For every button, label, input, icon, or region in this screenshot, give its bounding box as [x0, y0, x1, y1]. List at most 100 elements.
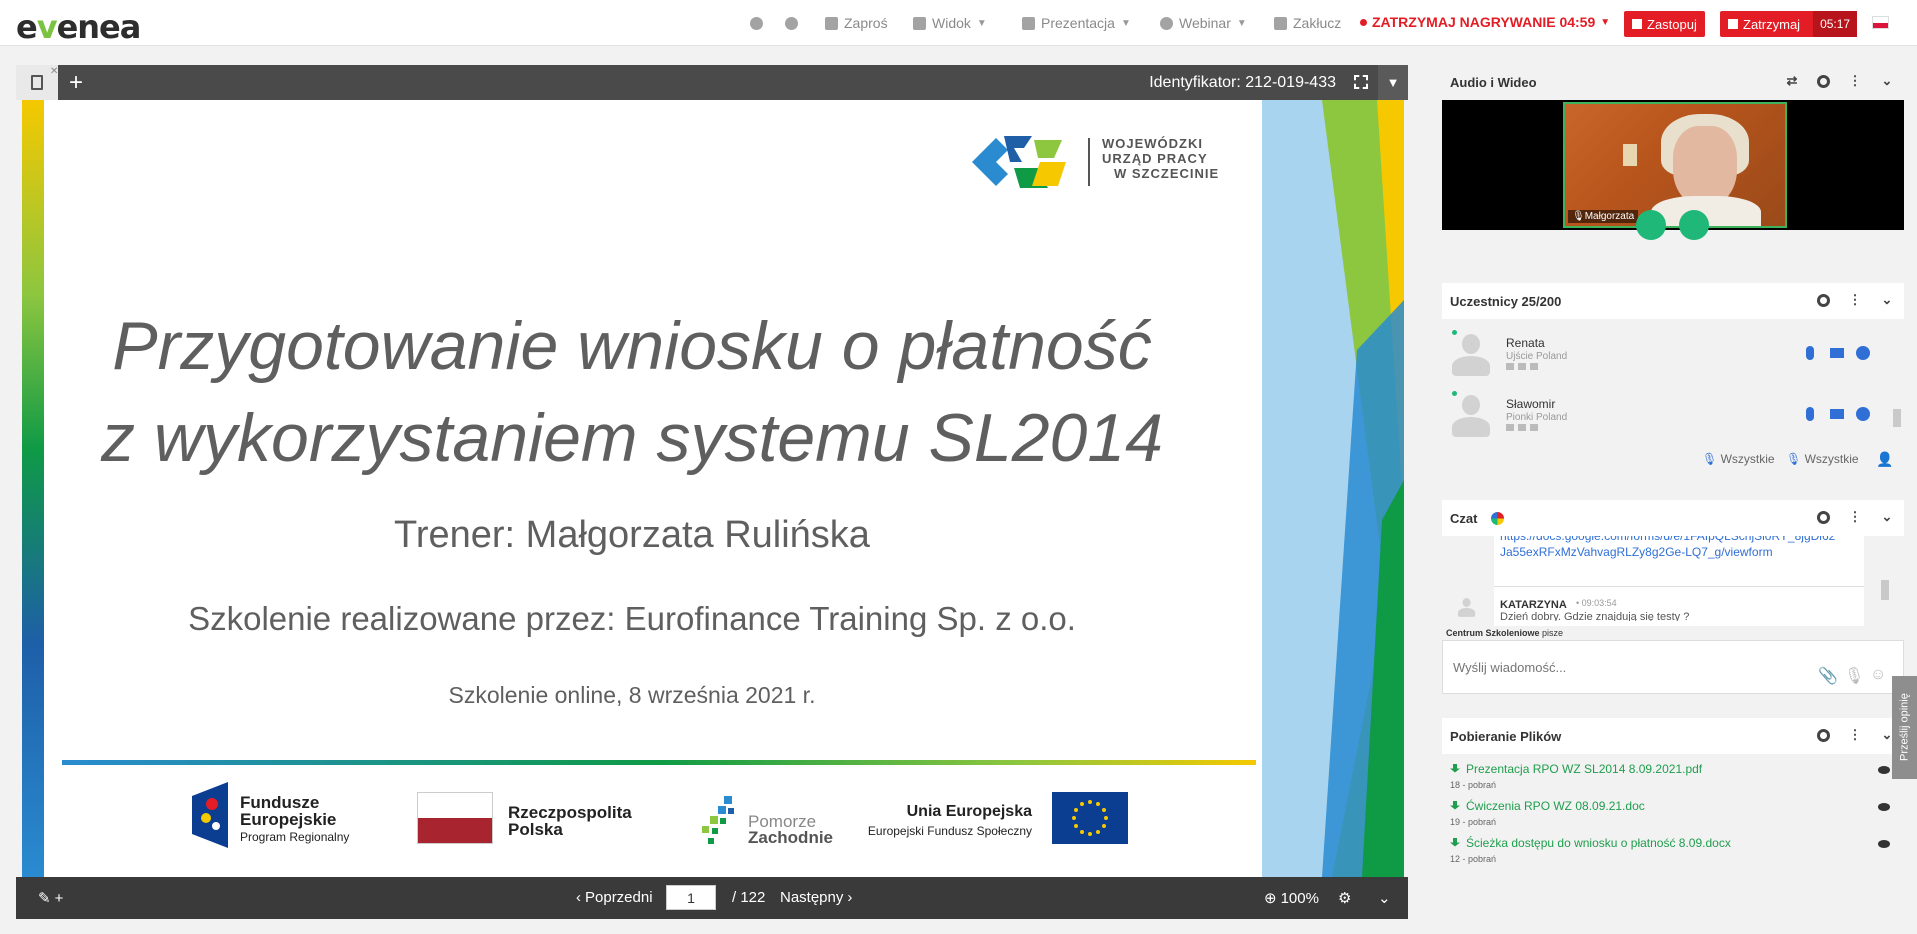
gear-icon[interactable] [1817, 293, 1830, 307]
close-icon[interactable]: ✕ [50, 66, 58, 77]
swap-icon[interactable]: ⇄ [1785, 74, 1799, 88]
next-label: Następny [780, 889, 844, 906]
panel-title: Audio i Wideo [1450, 74, 1537, 90]
add-tab-button[interactable]: + [60, 65, 92, 100]
stop-recording-button[interactable]: ZATRZYMAJ NAGRYWANIE 04:59 ▼ [1360, 14, 1610, 30]
wifi-icon[interactable] [750, 14, 763, 32]
zoom-level: 100% [1280, 889, 1319, 907]
mute-all-cam-button[interactable]: 🎙︎ Wszystkie [1786, 452, 1859, 466]
panel-header: Audio i Wideo ⇄ ⋮ ⌄ [1442, 64, 1904, 100]
chevron-down-icon[interactable]: ⌄ [1378, 889, 1391, 907]
chevron-down-icon[interactable]: ▼ [1378, 65, 1408, 100]
wup-logo-line: WOJEWÓDZKI [1102, 136, 1203, 151]
pomorze-zachodnie-logo [702, 796, 734, 844]
webinar-menu[interactable]: Webinar ▼ [1160, 14, 1247, 32]
evenea-logo[interactable]: evenea [16, 8, 142, 46]
info-icon[interactable] [1856, 407, 1870, 421]
info-icon[interactable] [785, 14, 798, 32]
feedback-tab[interactable]: Prześlij opinię [1892, 676, 1917, 779]
mute-all-button[interactable]: 🎙︎ Wszystkie [1702, 452, 1775, 466]
fe-line: Europejskie [240, 810, 337, 829]
chevron-down-icon: ▼ [1236, 17, 1247, 29]
file-item[interactable]: Prezentacja RPO WZ SL2014 8.09.2021.pdf … [1450, 762, 1900, 790]
video-area: 🎙︎Małgorzata [1442, 100, 1904, 240]
gear-icon[interactable] [1817, 728, 1830, 742]
fullscreen-icon[interactable] [1354, 75, 1368, 89]
replace-label: Zastopuj [1647, 16, 1697, 32]
download-icon [1450, 801, 1460, 810]
mic-icon[interactable]: 🎙︎ [1844, 666, 1864, 686]
chevron-down-icon[interactable]: ⌄ [1880, 74, 1894, 88]
more-icon[interactable]: ⋮ [1848, 74, 1862, 88]
file-item[interactable]: Ćwiczenia RPO WZ 08.09.21.doc 19 - pobra… [1450, 799, 1900, 827]
top-bar: evenea Zaproś Widok ▼ Prezentacja ▼ Webina… [0, 0, 1917, 46]
more-icon[interactable]: ⋮ [1848, 728, 1862, 742]
panel-header: Czat ⋮ ⌄ [1442, 500, 1904, 536]
camera-icon[interactable] [1830, 348, 1844, 358]
participant-location: Pionki Poland [1506, 412, 1568, 423]
more-icon[interactable]: ⋮ [1848, 293, 1862, 307]
previous-slide-button[interactable]: ‹ Poprzedni [576, 889, 653, 906]
fundusze-subtitle: Program Regionalny [240, 830, 350, 844]
eye-icon[interactable] [1878, 840, 1890, 848]
annotate-button[interactable]: ✎ + [38, 889, 63, 908]
more-icon[interactable]: ⋮ [1848, 510, 1862, 524]
next-slide-button[interactable]: Następny › [780, 889, 852, 906]
webinar-icon [1160, 16, 1173, 30]
file-item[interactable]: Ścieżka dostępu do wniosku o płatność 8.… [1450, 836, 1900, 864]
slide-left-stripe [22, 100, 44, 877]
gear-icon[interactable] [1817, 74, 1830, 88]
zoom-control[interactable]: ⊕ 100% [1264, 889, 1319, 908]
chat-link[interactable]: https://docs.google.com/forms/d/e/1FAIpQ… [1500, 536, 1840, 560]
view-label: Widok [932, 15, 971, 31]
pl-line: Polska [508, 820, 563, 839]
participants-scrollbar[interactable] [1892, 321, 1902, 441]
avatar [1458, 598, 1476, 618]
participant-row[interactable]: Renata Ujście Poland [1442, 326, 1882, 384]
chevron-down-icon[interactable]: ⌄ [1880, 510, 1894, 524]
replace-button[interactable]: Zastopuj [1624, 11, 1705, 37]
invite-button[interactable]: Zaproś [825, 14, 888, 32]
camera-tile[interactable]: 🎙︎Małgorzata [1563, 102, 1787, 228]
eye-icon[interactable] [1878, 766, 1890, 774]
chevron-down-icon: ▼ [1600, 16, 1611, 28]
slide-date: Szkolenie online, 8 września 2021 r. [448, 682, 816, 708]
view-menu[interactable]: Widok ▼ [913, 14, 987, 32]
emoji-icon[interactable] [1491, 511, 1505, 525]
language-flag-pl-icon[interactable] [1872, 16, 1889, 29]
zachodnie-text: Zachodnie [748, 828, 834, 847]
wup-logo-text: WOJEWÓDZKI URZĄD PRACY W SZCZECINIE [1102, 136, 1219, 181]
settings-icon[interactable]: ⚙ [1338, 889, 1351, 907]
participants-footer: 🎙︎ Wszystkie 🎙︎ Wszystkie 👤 [1442, 445, 1904, 475]
chevron-down-icon[interactable]: ⌄ [1880, 293, 1894, 307]
lock-button[interactable]: Zakłucz [1274, 14, 1341, 32]
camera-icon[interactable] [1830, 409, 1844, 419]
audio-video-panel: Audio i Wideo ⇄ ⋮ ⌄ 🎙︎Małgorzata [1442, 64, 1904, 267]
chat-scrollbar[interactable] [1880, 578, 1890, 622]
camera-toggle-button[interactable] [1636, 210, 1666, 240]
eye-icon[interactable] [1878, 803, 1890, 811]
gear-icon[interactable] [1817, 510, 1830, 524]
panel-title: Uczestnicy 25/200 [1450, 293, 1562, 309]
panel-header: Pobieranie Plików ⋮ ⌄ [1442, 718, 1904, 754]
logo-part: enea [56, 8, 142, 46]
typing-suffix: pisze [1539, 628, 1564, 638]
mic-icon[interactable] [1806, 407, 1814, 421]
laptop-icon [1506, 363, 1514, 370]
info-icon[interactable] [1856, 346, 1870, 360]
participant-row[interactable]: Sławomir Pionki Poland [1442, 387, 1882, 445]
mic-icon[interactable] [1806, 346, 1814, 360]
mic-toggle-button[interactable] [1679, 210, 1709, 240]
presentation-menu[interactable]: Prezentacja ▼ [1022, 14, 1131, 32]
file-name: Ćwiczenia RPO WZ 08.09.21.doc [1466, 799, 1645, 813]
stop-button[interactable]: Zatrzymaj 05:17 [1720, 11, 1858, 37]
pause-icon [1632, 19, 1642, 29]
wifi-icon-shape [750, 16, 763, 30]
page-number-input[interactable] [666, 885, 716, 910]
total-pages: / 122 [732, 889, 766, 906]
smiley-icon[interactable]: ☺ [1870, 666, 1886, 684]
add-participant-icon[interactable]: 👤 [1876, 451, 1893, 468]
attachment-icon[interactable]: 📎 [1818, 666, 1838, 686]
panel-title: Czat [1450, 510, 1478, 526]
record-dot-icon [1360, 18, 1367, 26]
